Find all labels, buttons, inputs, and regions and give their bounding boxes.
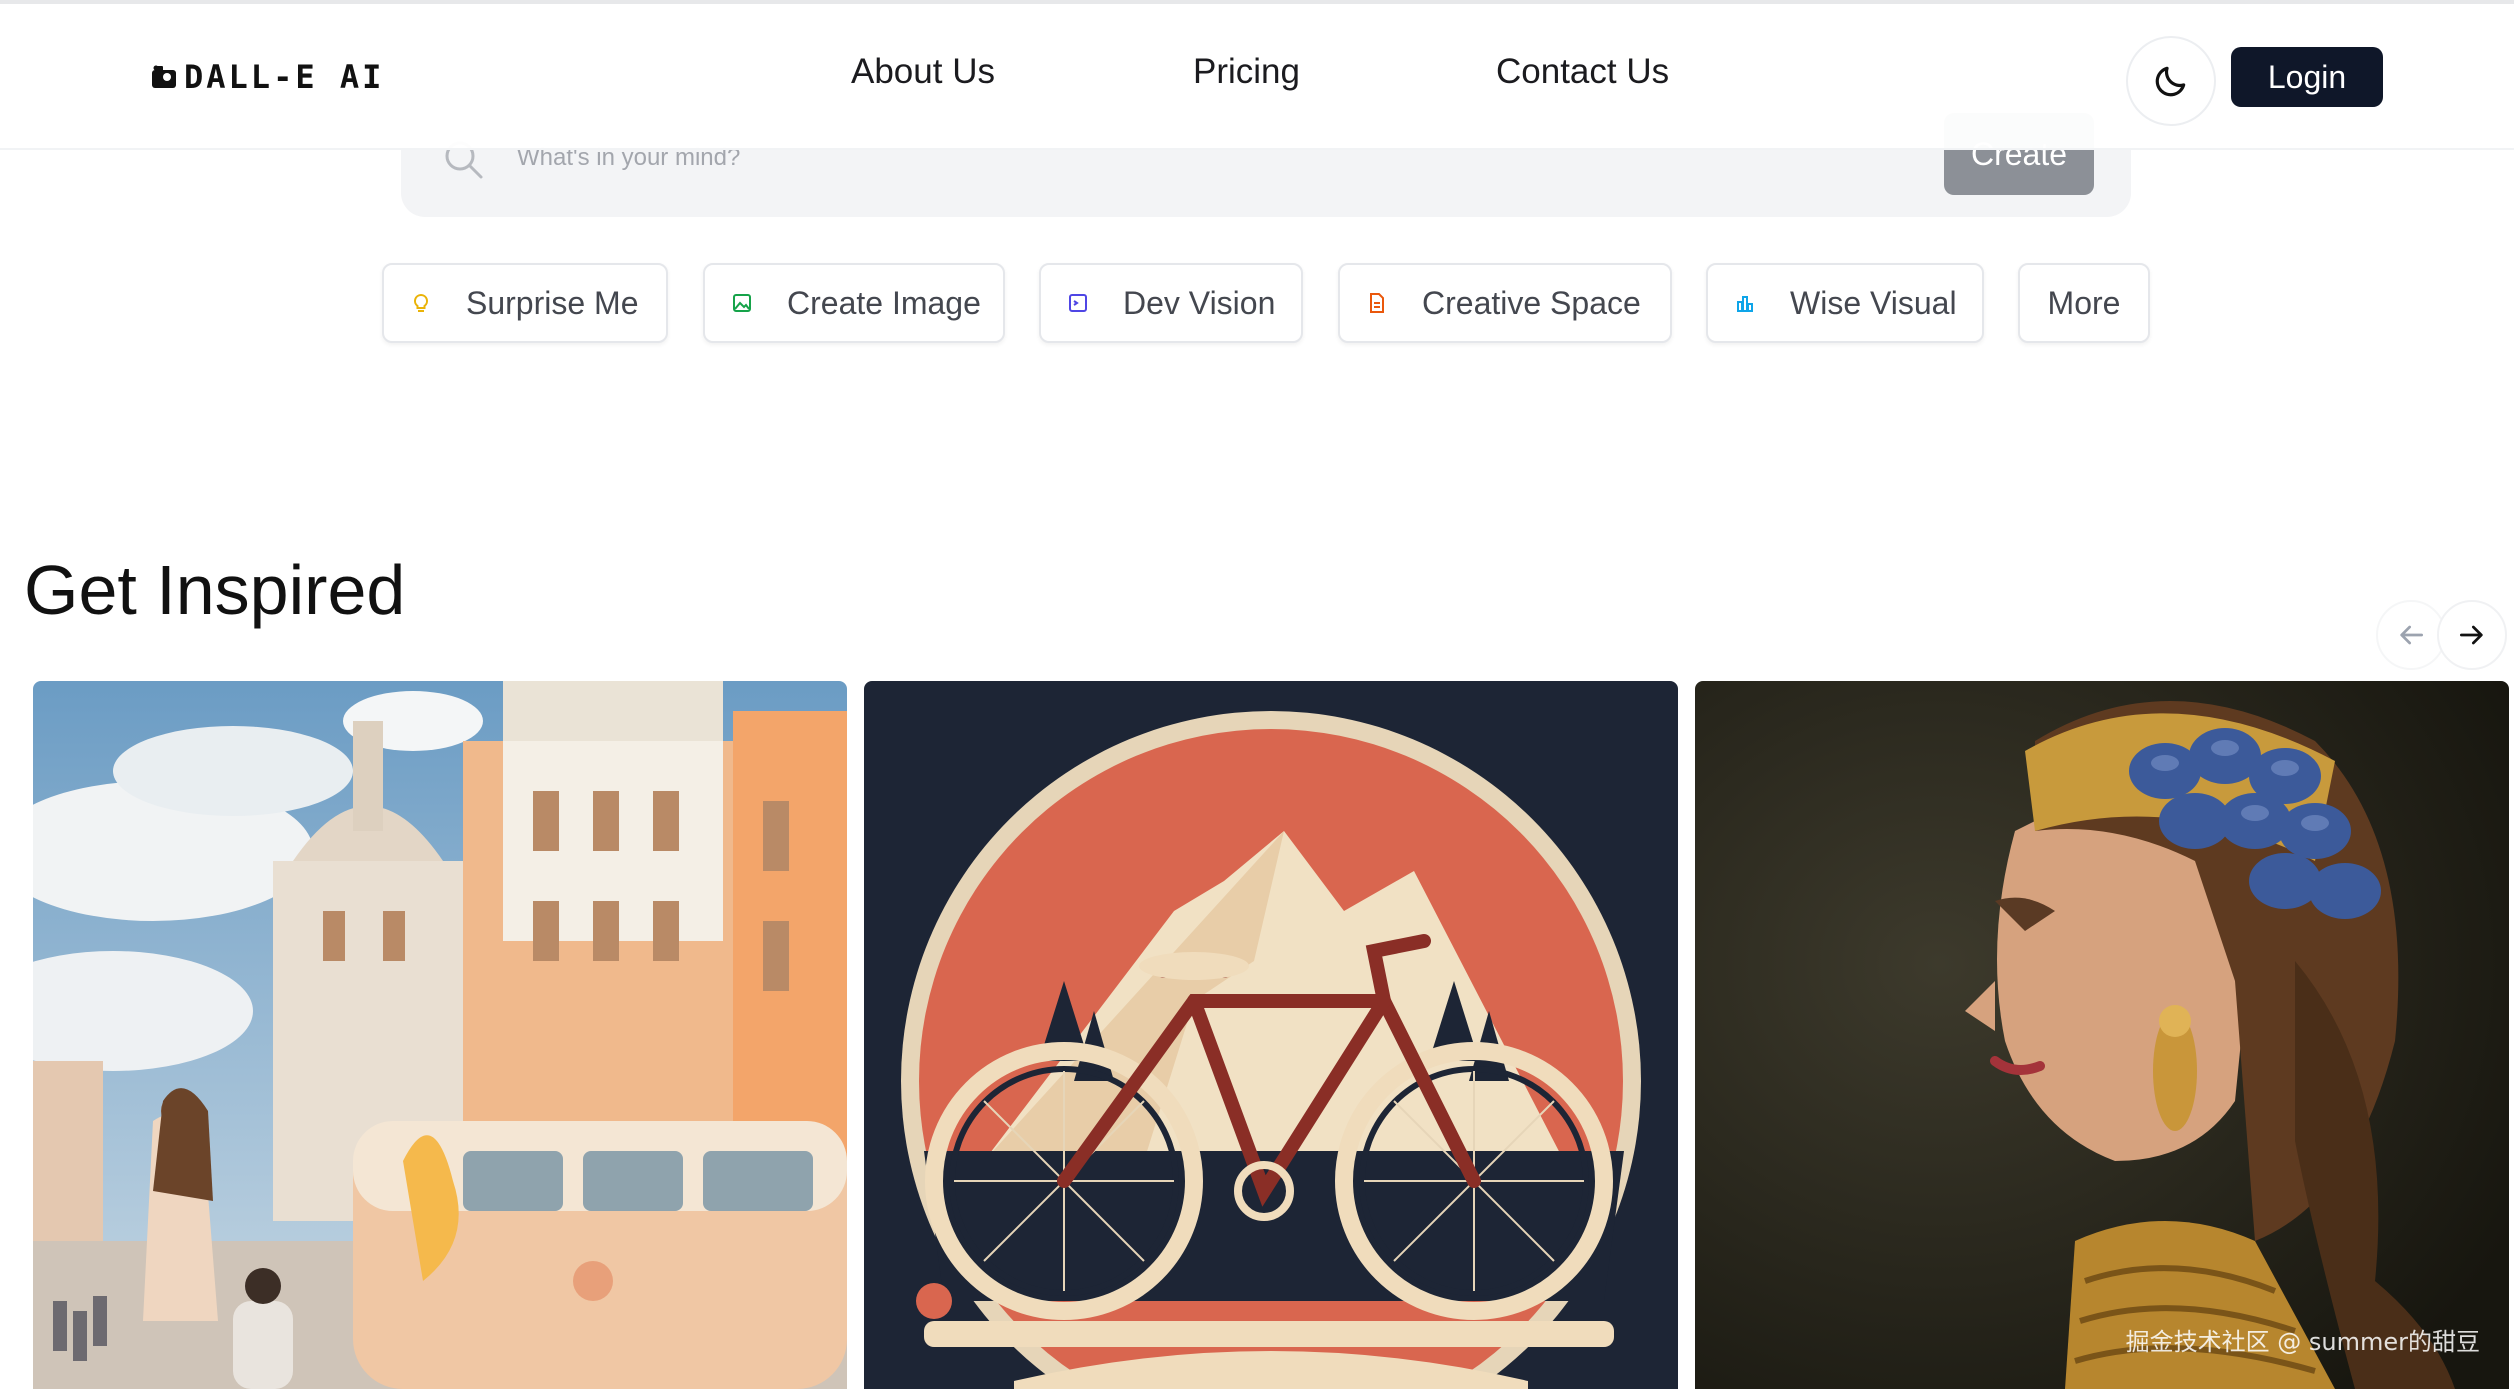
nav-about-us[interactable]: About Us: [851, 52, 995, 92]
chip-label: Dev Vision: [1123, 284, 1276, 321]
chip-label: Creative Space: [1422, 284, 1641, 321]
chip-more[interactable]: More: [2018, 263, 2150, 343]
login-button[interactable]: Login: [2231, 47, 2383, 107]
nav-pricing[interactable]: Pricing: [1193, 52, 1300, 92]
chip-label: Surprise Me: [466, 284, 639, 321]
chip-label: Create Image: [787, 284, 981, 321]
chip-dev-vision[interactable]: Dev Vision: [1039, 263, 1303, 343]
inspiration-image-golden-portrait[interactable]: [1695, 681, 2509, 1389]
prev-button[interactable]: [2376, 600, 2446, 670]
watermark: 掘金技术社区 @ summer的甜豆: [2125, 1328, 2480, 1356]
chip-create-image[interactable]: Create Image: [703, 263, 1005, 343]
lightbulb-icon: [413, 293, 429, 312]
inspiration-image-city-van[interactable]: [33, 681, 847, 1389]
chip-label: Wise Visual: [1790, 284, 1957, 321]
terminal-icon: [1069, 294, 1087, 312]
chip-surprise-me[interactable]: Surprise Me: [382, 263, 668, 343]
inspiration-image-bicycle-poster[interactable]: [864, 681, 1678, 1389]
chip-wise-visual[interactable]: Wise Visual: [1706, 263, 1984, 343]
theme-toggle-button[interactable]: [2126, 36, 2216, 126]
moon-icon: [2155, 66, 2186, 97]
section-title: Get Inspired: [24, 551, 406, 629]
arrow-left-icon: [2400, 625, 2423, 645]
nav-contact-us[interactable]: Contact Us: [1496, 52, 1669, 92]
next-button[interactable]: [2437, 600, 2507, 670]
chip-label: More: [2047, 284, 2121, 321]
image-icon: [733, 294, 751, 312]
chip-creative-space[interactable]: Creative Space: [1338, 263, 1672, 343]
top-border: [0, 0, 2514, 4]
document-icon: [1370, 293, 1384, 313]
arrow-right-icon: [2460, 625, 2483, 645]
bar-chart-icon: [1737, 296, 1753, 312]
header: DALL-E AI About Us Pricing Contact Us Lo…: [0, 0, 2514, 150]
